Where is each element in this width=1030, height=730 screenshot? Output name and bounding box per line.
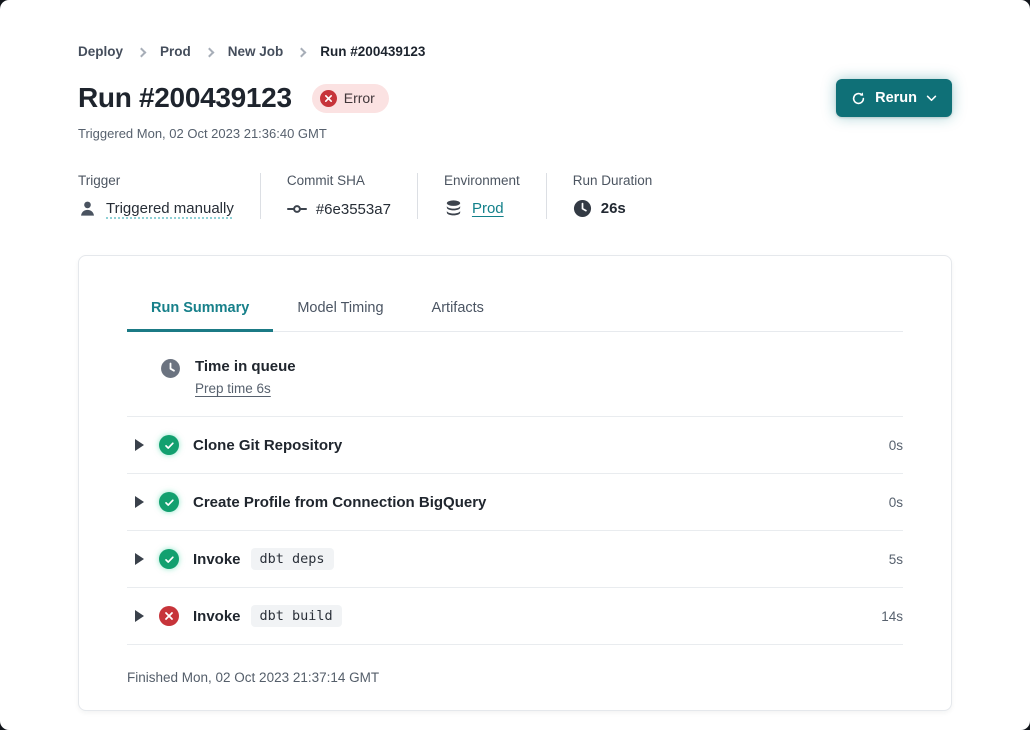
tab-bar: Run Summary Model Timing Artifacts	[127, 256, 903, 332]
run-detail-page: Deploy Prod New Job Run #200439123 Run #…	[0, 0, 1030, 730]
caret-right-icon[interactable]	[135, 439, 144, 451]
finished-timestamp: Finished Mon, 02 Oct 2023 21:37:14 GMT	[127, 645, 903, 685]
chevron-right-icon	[297, 47, 307, 57]
meta-duration-label: Run Duration	[573, 173, 653, 188]
step-duration: 14s	[881, 609, 903, 624]
chevron-right-icon	[204, 47, 214, 57]
breadcrumb-current-run: Run #200439123	[320, 44, 425, 59]
breadcrumb: Deploy Prod New Job Run #200439123	[0, 0, 1030, 59]
step-row-dbt-deps[interactable]: Invoke dbt deps 5s	[127, 531, 903, 587]
tab-model-timing[interactable]: Model Timing	[273, 289, 407, 332]
step-title: Invoke	[193, 608, 241, 625]
header-row: Run #200439123 Error Rerun	[0, 59, 1030, 117]
trigger-value[interactable]: Triggered manually	[106, 200, 234, 217]
status-badge: Error	[312, 84, 389, 113]
status-badge-label: Error	[344, 90, 375, 106]
error-circle-icon	[320, 90, 337, 107]
tab-run-summary[interactable]: Run Summary	[127, 289, 273, 332]
tab-artifacts[interactable]: Artifacts	[408, 289, 508, 332]
run-duration-value: 26s	[601, 200, 626, 217]
person-icon	[78, 199, 97, 218]
page-title: Run #200439123	[78, 82, 292, 114]
step-title: Create Profile from Connection BigQuery	[193, 494, 486, 511]
caret-right-icon[interactable]	[135, 610, 144, 622]
chevron-down-icon	[926, 95, 937, 102]
rerun-button[interactable]: Rerun	[836, 79, 952, 117]
meta-trigger-label: Trigger	[78, 173, 234, 188]
meta-commit-sha: Commit SHA #6e3553a7	[260, 173, 417, 219]
triggered-timestamp: Triggered Mon, 02 Oct 2023 21:36:40 GMT	[0, 117, 1030, 141]
step-duration: 0s	[889, 495, 903, 510]
step-row-dbt-build[interactable]: Invoke dbt build 14s	[127, 588, 903, 644]
error-circle-icon	[159, 606, 179, 626]
step-row-clone-git[interactable]: Clone Git Repository 0s	[127, 417, 903, 473]
clock-icon	[573, 199, 592, 218]
success-check-icon	[159, 549, 179, 569]
breadcrumb-new-job[interactable]: New Job	[228, 44, 284, 59]
caret-right-icon[interactable]	[135, 553, 144, 565]
run-summary-card: Run Summary Model Timing Artifacts Time …	[78, 255, 952, 711]
commit-sha-value: #6e3553a7	[316, 201, 391, 218]
database-icon	[444, 199, 463, 218]
meta-environment: Environment Prod	[417, 173, 546, 219]
commit-icon	[287, 199, 307, 219]
success-check-icon	[159, 435, 179, 455]
clock-icon	[160, 358, 181, 379]
step-command: dbt deps	[251, 548, 334, 570]
step-duration: 0s	[889, 438, 903, 453]
success-check-icon	[159, 492, 179, 512]
meta-environment-label: Environment	[444, 173, 520, 188]
caret-right-icon[interactable]	[135, 496, 144, 508]
prep-time-link[interactable]: Prep time 6s	[195, 381, 271, 396]
step-title: Clone Git Repository	[193, 437, 342, 454]
step-title: Invoke	[193, 551, 241, 568]
environment-link[interactable]: Prod	[472, 200, 504, 217]
breadcrumb-prod[interactable]: Prod	[160, 44, 191, 59]
time-in-queue-row: Time in queue Prep time 6s	[127, 332, 903, 416]
step-duration: 5s	[889, 552, 903, 567]
run-metadata: Trigger Triggered manually Commit SHA	[0, 141, 1030, 219]
meta-commit-label: Commit SHA	[287, 173, 391, 188]
chevron-right-icon	[137, 47, 147, 57]
step-row-create-profile[interactable]: Create Profile from Connection BigQuery …	[127, 474, 903, 530]
rerun-button-label: Rerun	[875, 90, 917, 106]
step-command: dbt build	[251, 605, 342, 627]
queue-title: Time in queue	[195, 358, 296, 375]
refresh-icon	[851, 91, 866, 106]
meta-run-duration: Run Duration 26s	[546, 173, 679, 219]
meta-trigger: Trigger Triggered manually	[78, 173, 260, 219]
breadcrumb-deploy[interactable]: Deploy	[78, 44, 123, 59]
